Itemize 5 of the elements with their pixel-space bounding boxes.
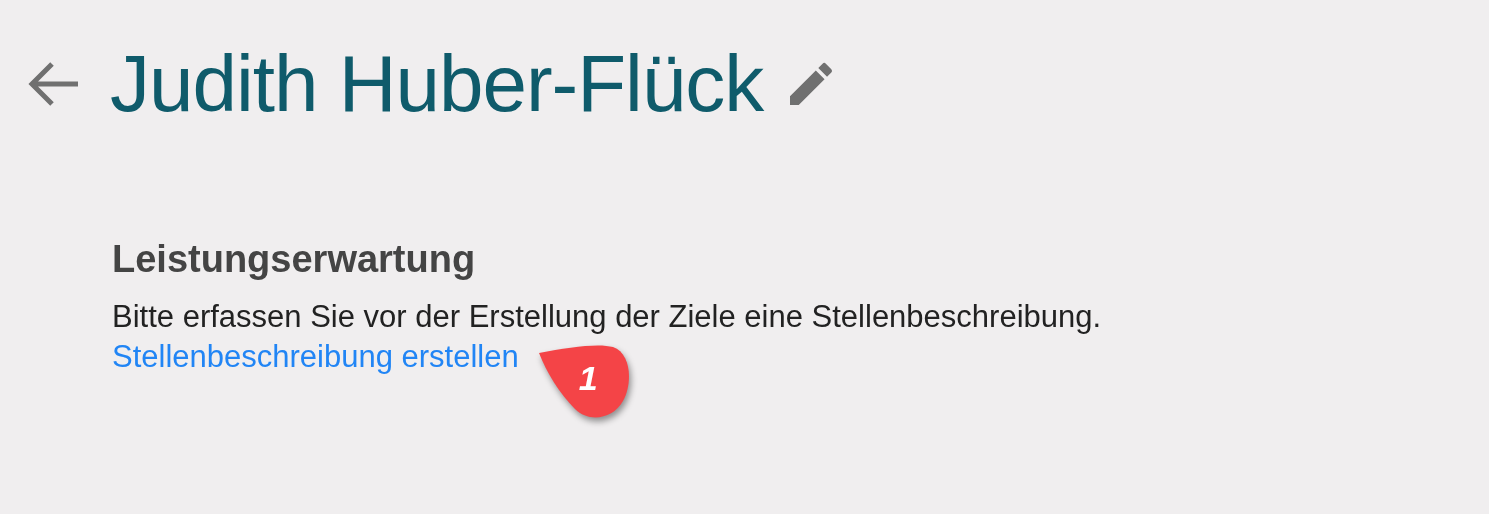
back-arrow-icon[interactable] xyxy=(26,61,80,107)
create-link[interactable]: Stellenbeschreibung erstellen xyxy=(112,339,519,375)
info-text: Bitte erfassen Sie vor der Erstellung der Ziele eine Stellenbeschreibung. xyxy=(112,299,1103,335)
page-title: Judith Huber-Flück xyxy=(110,38,764,130)
section-heading: Leistungserwartung xyxy=(112,238,477,281)
